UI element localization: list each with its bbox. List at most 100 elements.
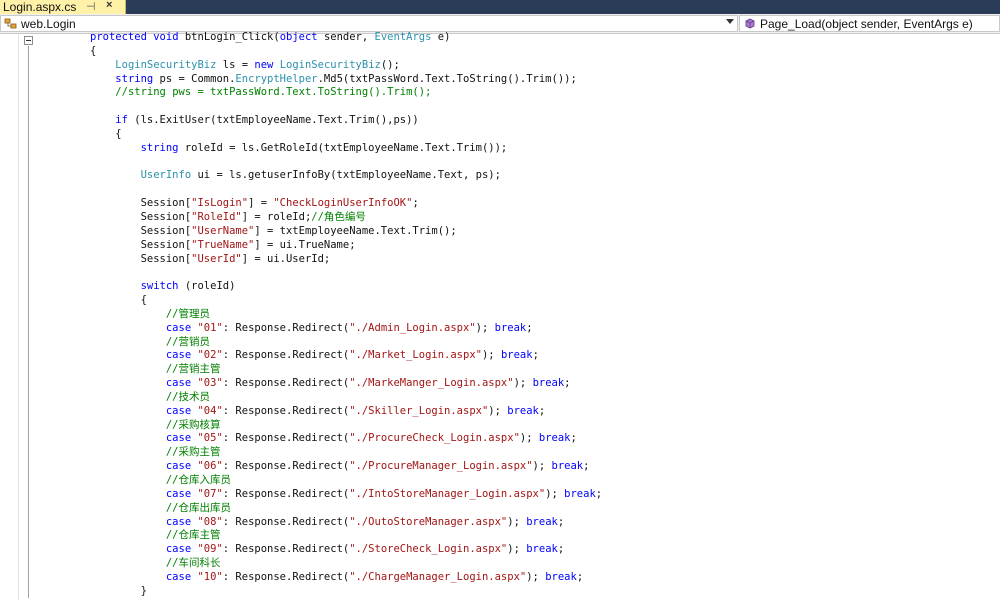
code-line[interactable]: Session["UserName"] = txtEmployeeName.Te… [90, 225, 602, 239]
close-icon[interactable]: × [106, 0, 112, 11]
pin-icon[interactable]: ⊣ [86, 0, 96, 13]
code-line[interactable]: ​ [90, 183, 602, 197]
code-line[interactable]: case "05": Response.Redirect("./ProcureC… [90, 432, 602, 446]
tab-login-aspx-cs[interactable]: Login.aspx.cs ⊣ × [0, 0, 126, 14]
code-line[interactable]: string roleId = ls.GetRoleId(txtEmployee… [90, 142, 602, 156]
code-line[interactable]: //营销主管 [90, 363, 602, 377]
code-line[interactable]: case "04": Response.Redirect("./Skiller_… [90, 405, 602, 419]
code-line[interactable]: //车间科长 [90, 557, 602, 571]
code-line[interactable]: //采购核算 [90, 419, 602, 433]
code-token: "./ProcureManager_Login.aspx" [349, 460, 533, 473]
code-token: case [165, 321, 192, 334]
code-token: //仓库主管 [165, 529, 221, 542]
code-line[interactable]: Session["TrueName"] = ui.TrueName; [90, 239, 602, 253]
code-line[interactable]: //技术员 [90, 391, 602, 405]
code-token: //管理员 [165, 307, 211, 320]
code-token: (ls.ExitUser(txtEmployeeName.Text.Trim()… [127, 114, 419, 127]
code-token: "02" [197, 349, 223, 362]
code-line[interactable]: //管理员 [90, 308, 602, 322]
code-token: "08" [197, 515, 223, 528]
code-token: break [551, 460, 584, 473]
code-line[interactable]: case "01": Response.Redirect("./Admin_Lo… [90, 322, 602, 336]
code-token: .Md5(txtPassWord.Text.ToString().Trim())… [317, 72, 577, 85]
outline-guide [28, 46, 29, 598]
code-token: sender, [317, 31, 375, 43]
code-line[interactable]: case "02": Response.Redirect("./Market_L… [90, 349, 602, 363]
code-line[interactable]: case "10": Response.Redirect("./ChargeMa… [90, 571, 602, 585]
code-token: ] = ui.UserId; [241, 252, 331, 265]
code-line[interactable]: { [90, 294, 602, 308]
code-token: ; [557, 515, 565, 528]
collapse-toggle-icon[interactable] [24, 36, 33, 45]
code-text[interactable]: protected void btnLogin_Click(object sen… [90, 31, 602, 599]
code-token: void [153, 31, 179, 43]
code-token: case [165, 570, 192, 583]
code-line[interactable]: //仓库入库员 [90, 474, 602, 488]
code-line[interactable]: //仓库主管 [90, 529, 602, 543]
code-line[interactable]: ​ [90, 266, 602, 280]
code-line[interactable]: //营销员 [90, 336, 602, 350]
code-line[interactable]: case "03": Response.Redirect("./MarkeMan… [90, 377, 602, 391]
member-dropdown[interactable]: Page_Load(object sender, EventArgs e) [739, 15, 1000, 32]
code-line[interactable]: } [90, 585, 602, 599]
code-line[interactable]: case "08": Response.Redirect("./OutoStor… [90, 516, 602, 530]
code-token: "./Market_Login.aspx" [349, 349, 482, 362]
code-token: break [532, 377, 565, 390]
code-token: "10" [197, 570, 223, 583]
code-token: protected [90, 31, 147, 43]
code-line[interactable]: { [90, 128, 602, 142]
code-token: ); [545, 487, 565, 500]
code-line[interactable]: case "06": Response.Redirect("./ProcureM… [90, 460, 602, 474]
code-line[interactable]: //string pws = txtPassWord.Text.ToString… [90, 86, 602, 100]
code-token: ; [526, 321, 533, 334]
code-token: break [545, 570, 577, 583]
code-token: "RoleId" [191, 210, 242, 223]
code-token: : Response.Redirect( [222, 460, 350, 473]
code-line[interactable]: case "09": Response.Redirect("./StoreChe… [90, 543, 602, 557]
code-token: "06" [197, 460, 223, 473]
code-token: : Response.Redirect( [222, 543, 350, 556]
code-token: LoginSecurityBiz [279, 58, 381, 71]
code-editor[interactable]: protected void btnLogin_Click(object sen… [0, 31, 1000, 600]
member-dropdown-value: Page_Load(object sender, EventArgs e) [760, 16, 973, 31]
chevron-down-icon [726, 19, 734, 24]
code-line[interactable]: string ps = Common.EncryptHelper.Md5(txt… [90, 73, 602, 87]
code-token: ); [488, 404, 508, 417]
class-dropdown[interactable]: web.Login [0, 15, 738, 32]
code-token: ); [507, 543, 527, 556]
code-line[interactable]: switch (roleId) [90, 280, 602, 294]
code-line[interactable]: Session["IsLogin"] = "CheckLoginUserInfo… [90, 197, 602, 211]
code-line[interactable]: ​ [90, 100, 602, 114]
code-token: string [115, 72, 154, 85]
code-token: //营销主管 [165, 363, 221, 376]
code-line[interactable]: ​ [90, 156, 602, 170]
code-token: object [279, 31, 318, 43]
code-token: ui = ls.getuserInfoBy(txtEmployeeName.Te… [191, 169, 501, 182]
code-line[interactable]: if (ls.ExitUser(txtEmployeeName.Text.Tri… [90, 114, 602, 128]
code-line[interactable]: Session["UserId"] = ui.UserId; [90, 253, 602, 267]
code-token: "01" [197, 321, 223, 334]
code-line[interactable]: //采购主管 [90, 446, 602, 460]
code-token: case [165, 543, 192, 556]
code-line[interactable]: LoginSecurityBiz ls = new LoginSecurityB… [90, 59, 602, 73]
code-line[interactable]: Session["RoleId"] = roleId;//角色编号 [90, 211, 602, 225]
code-line[interactable]: protected void btnLogin_Click(object sen… [90, 31, 602, 45]
code-line[interactable]: case "07": Response.Redirect("./IntoStor… [90, 488, 602, 502]
code-token: UserInfo [140, 169, 192, 182]
code-line[interactable]: UserInfo ui = ls.getuserInfoBy(txtEmploy… [90, 169, 602, 183]
code-line[interactable]: //仓库出库员 [90, 502, 602, 516]
code-token: : Response.Redirect( [222, 487, 350, 500]
code-token: //角色编号 [311, 210, 366, 223]
code-token: : Response.Redirect( [222, 321, 350, 334]
code-token: //string pws = txtPassWord.Text.ToString… [115, 86, 432, 99]
code-token: case [165, 404, 192, 417]
code-line[interactable]: { [90, 45, 602, 59]
